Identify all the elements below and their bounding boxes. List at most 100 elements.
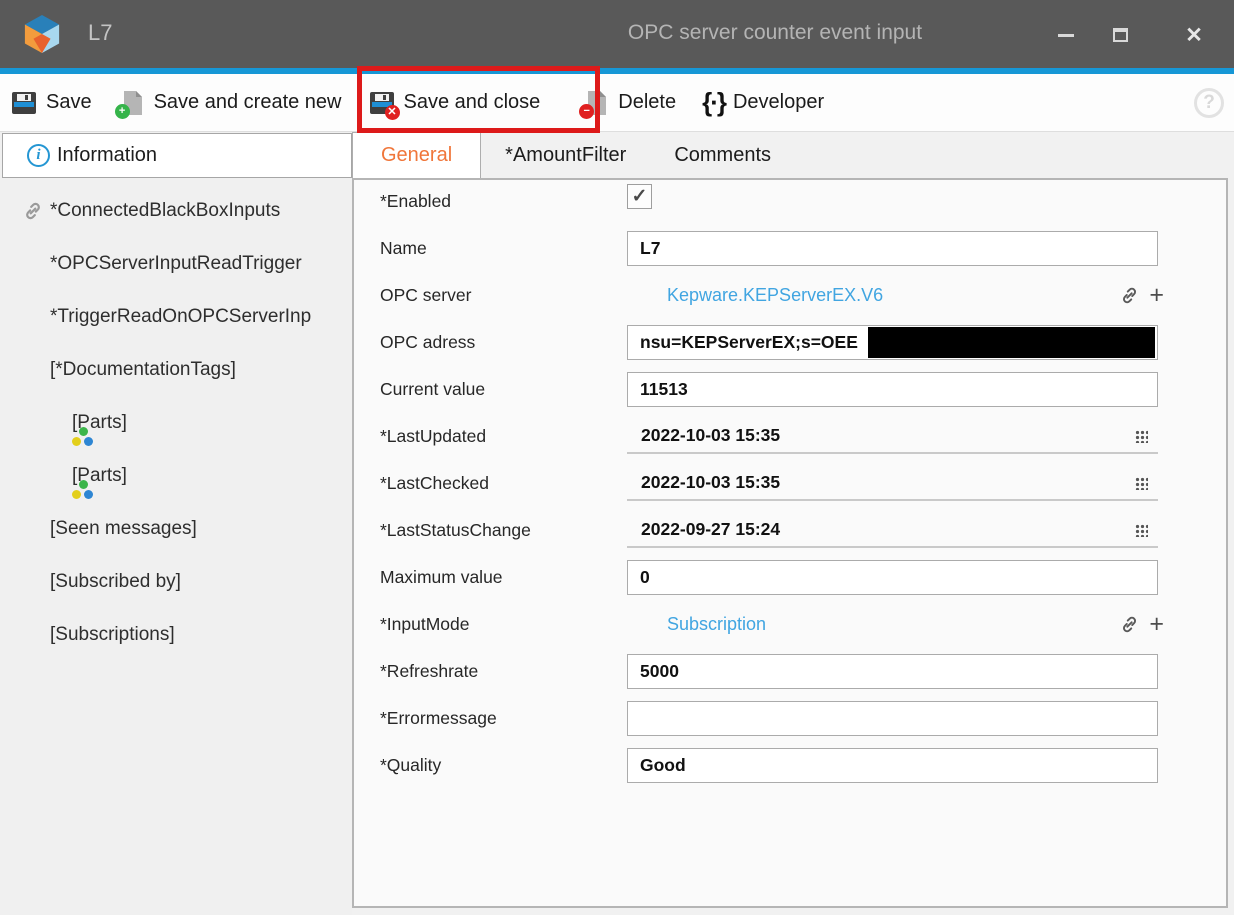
row-lastupdated: *LastUpdated 2022-10-03 15:35 bbox=[354, 419, 1226, 454]
lastchecked-value[interactable]: 2022-10-03 15:35 bbox=[627, 466, 1158, 501]
save-and-create-new-label: Save and create new bbox=[154, 91, 342, 114]
link-reference-icon[interactable] bbox=[1119, 285, 1140, 306]
floppy-close-icon: ✕ bbox=[368, 89, 396, 117]
opc-server-link[interactable]: Kepware.KEPServerEX.V6 bbox=[667, 285, 883, 306]
maximize-button[interactable] bbox=[1102, 22, 1138, 48]
form-panel: *Enabled ✓ Name OPC server bbox=[352, 178, 1228, 908]
sidebar-item-label: [Seen messages] bbox=[50, 518, 197, 540]
general-form: *Enabled ✓ Name OPC server bbox=[354, 180, 1226, 795]
tabbar: General *AmountFilter Comments bbox=[352, 132, 1234, 178]
sidebar-item-label: *ConnectedBlackBoxInputs bbox=[50, 200, 280, 222]
refreshrate-label: *Refreshrate bbox=[380, 661, 627, 682]
sidebar-item-label: [*DocumentationTags] bbox=[50, 359, 236, 381]
date-picker-icon[interactable] bbox=[1135, 477, 1148, 490]
tab-label: General bbox=[381, 144, 452, 167]
window-title: OPC server counter event input bbox=[560, 21, 990, 45]
sidebar-item-subscribed-by[interactable]: [Subscribed by] bbox=[0, 555, 352, 608]
tab-amountfilter[interactable]: *AmountFilter bbox=[481, 132, 650, 178]
delete-button[interactable]: − Delete bbox=[582, 89, 676, 117]
app-logo-icon bbox=[24, 15, 60, 53]
name-input[interactable] bbox=[627, 231, 1158, 266]
refreshrate-input[interactable] bbox=[627, 654, 1158, 689]
parts-icon bbox=[72, 480, 94, 502]
add-reference-icon[interactable]: + bbox=[1149, 612, 1164, 637]
link-icon bbox=[22, 200, 44, 222]
sidebar-item-connectedblackboxinputs[interactable]: *ConnectedBlackBoxInputs bbox=[0, 184, 352, 237]
sidebar-item-parts-1[interactable]: [Parts] bbox=[0, 396, 352, 449]
current-value-input[interactable] bbox=[627, 372, 1158, 407]
tab-general[interactable]: General bbox=[352, 132, 481, 178]
errormessage-input[interactable] bbox=[627, 701, 1158, 736]
laststatuschange-value[interactable]: 2022-09-27 15:24 bbox=[627, 513, 1158, 548]
information-label: Information bbox=[57, 144, 157, 167]
enabled-checkbox[interactable]: ✓ bbox=[627, 184, 652, 209]
x-badge-icon: ✕ bbox=[385, 105, 400, 120]
window: L7 OPC server counter event input ✕ Save bbox=[0, 0, 1234, 915]
lastupdated-value[interactable]: 2022-10-03 15:35 bbox=[627, 419, 1158, 454]
opc-server-label: OPC server bbox=[380, 285, 627, 306]
sidebar: i Information *ConnectedBlackBoxInputs *… bbox=[0, 132, 352, 915]
developer-button[interactable]: {·} Developer bbox=[702, 87, 824, 118]
save-label: Save bbox=[46, 91, 92, 114]
sidebar-item-label: *OPCServerInputReadTrigger bbox=[50, 253, 302, 275]
date-picker-icon[interactable] bbox=[1135, 524, 1148, 537]
page-delete-icon: − bbox=[582, 89, 610, 117]
sidebar-item-seen-messages[interactable]: [Seen messages] bbox=[0, 502, 352, 555]
save-button[interactable]: Save bbox=[10, 89, 92, 117]
sidebar-item-information[interactable]: i Information bbox=[2, 133, 352, 178]
opc-adress-label: OPC adress bbox=[380, 332, 627, 353]
save-and-close-label: Save and close bbox=[404, 91, 541, 114]
close-button[interactable]: ✕ bbox=[1176, 22, 1212, 48]
current-value-label: Current value bbox=[380, 379, 627, 400]
row-errormessage: *Errormessage bbox=[354, 701, 1226, 736]
sidebar-item-opcserverinputreadtrigger[interactable]: *OPCServerInputReadTrigger bbox=[0, 237, 352, 290]
redaction-block bbox=[868, 327, 1155, 358]
row-enabled: *Enabled ✓ bbox=[354, 184, 1226, 219]
plus-badge-icon: + bbox=[115, 104, 130, 119]
maximize-icon bbox=[1113, 28, 1128, 42]
floppy-save-icon bbox=[10, 89, 38, 117]
save-and-close-button[interactable]: ✕ Save and close bbox=[368, 89, 541, 117]
page-add-icon: + bbox=[118, 89, 146, 117]
info-icon: i bbox=[27, 144, 50, 167]
titlebar: L7 OPC server counter event input ✕ bbox=[0, 0, 1234, 68]
help-icon[interactable]: ? bbox=[1194, 88, 1224, 118]
close-icon: ✕ bbox=[1185, 25, 1203, 46]
row-opc-server: OPC server Kepware.KEPServerEX.V6 + bbox=[354, 278, 1226, 313]
sidebar-item-subscriptions[interactable]: [Subscriptions] bbox=[0, 608, 352, 661]
row-refreshrate: *Refreshrate bbox=[354, 654, 1226, 689]
quality-input[interactable] bbox=[627, 748, 1158, 783]
minimize-icon bbox=[1058, 34, 1074, 37]
sidebar-item-triggerreadonopcserverinp[interactable]: *TriggerReadOnOPCServerInp bbox=[0, 290, 352, 343]
row-maximum-value: Maximum value bbox=[354, 560, 1226, 595]
maximum-value-label: Maximum value bbox=[380, 567, 627, 588]
tab-label: Comments bbox=[674, 144, 771, 167]
row-current-value: Current value bbox=[354, 372, 1226, 407]
sidebar-item-label: *TriggerReadOnOPCServerInp bbox=[50, 306, 311, 328]
inputmode-link[interactable]: Subscription bbox=[667, 614, 766, 635]
sidebar-item-parts-2[interactable]: [Parts] bbox=[0, 449, 352, 502]
name-label: Name bbox=[380, 238, 627, 259]
row-name: Name bbox=[354, 231, 1226, 266]
window-item-title: L7 bbox=[88, 20, 112, 46]
sidebar-item-documentationtags[interactable]: [*DocumentationTags] bbox=[0, 343, 352, 396]
checkmark-icon: ✓ bbox=[632, 187, 648, 206]
row-laststatuschange: *LastStatusChange 2022-09-27 15:24 bbox=[354, 513, 1226, 548]
errormessage-label: *Errormessage bbox=[380, 708, 627, 729]
save-and-create-new-button[interactable]: + Save and create new bbox=[118, 89, 342, 117]
link-reference-icon[interactable] bbox=[1119, 614, 1140, 635]
date-picker-icon[interactable] bbox=[1135, 430, 1148, 443]
row-opc-adress: OPC adress bbox=[354, 325, 1226, 360]
lastupdated-label: *LastUpdated bbox=[380, 426, 627, 447]
toolbar: Save + Save and create new ✕ bbox=[0, 74, 1234, 132]
delete-label: Delete bbox=[618, 91, 676, 114]
main-area: General *AmountFilter Comments *Enabled … bbox=[352, 132, 1234, 915]
maximum-value-input[interactable] bbox=[627, 560, 1158, 595]
tab-label: *AmountFilter bbox=[505, 144, 626, 167]
inputmode-label: *InputMode bbox=[380, 614, 627, 635]
sidebar-list: *ConnectedBlackBoxInputs *OPCServerInput… bbox=[0, 184, 352, 661]
add-reference-icon[interactable]: + bbox=[1149, 283, 1164, 308]
code-braces-icon: {·} bbox=[702, 87, 725, 118]
minimize-button[interactable] bbox=[1048, 22, 1084, 48]
tab-comments[interactable]: Comments bbox=[650, 132, 795, 178]
